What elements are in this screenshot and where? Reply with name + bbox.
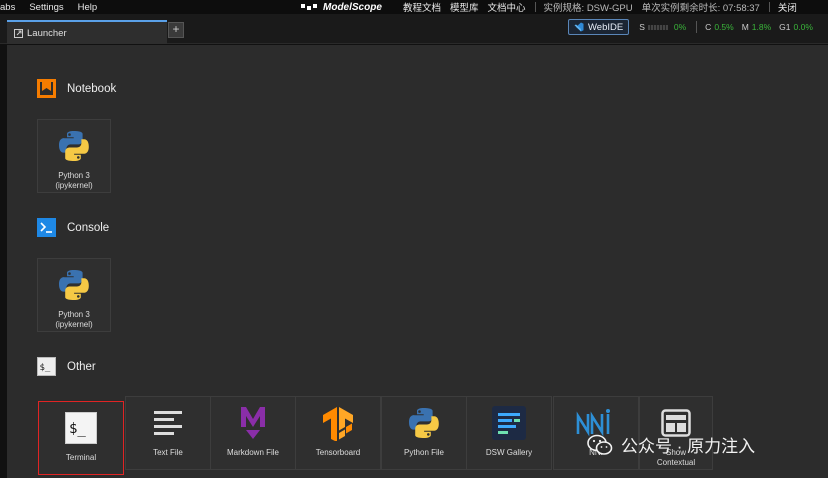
modelscope-icon: [301, 4, 317, 10]
card-label: Text File: [153, 448, 183, 457]
tab-bar: Launcher + WebIDE S 0% C 0.5% M 1.8% G1 …: [0, 14, 828, 44]
link-models[interactable]: 模型库: [450, 0, 479, 14]
close-button[interactable]: 关闭: [778, 0, 797, 14]
other-title: Other: [67, 360, 96, 373]
card-label: Tensorboard: [315, 448, 361, 457]
card-label: Python 3: [58, 171, 90, 180]
menu-tabs[interactable]: abs: [0, 2, 15, 13]
python-icon: [59, 270, 89, 300]
mem-value: 1.8%: [751, 22, 772, 32]
storage-bar: [647, 24, 668, 30]
card-sublabel: (ipykernel): [55, 320, 93, 329]
mem-label: M: [741, 22, 749, 32]
wechat-watermark: 公众号 · 原力注入: [587, 432, 755, 457]
card-label: Terminal: [65, 453, 97, 462]
webide-button[interactable]: WebIDE: [568, 19, 630, 35]
launcher-tab-icon: [14, 28, 23, 38]
wechat-icon: [587, 434, 613, 455]
cpu-label: C: [705, 22, 712, 32]
terminal-card[interactable]: $_ Terminal: [38, 401, 124, 475]
card-label: Python File: [403, 448, 445, 457]
gallery-icon: [492, 406, 526, 440]
dsw-gallery-card[interactable]: DSW Gallery: [466, 396, 552, 470]
card-label: DSW Gallery: [485, 448, 533, 457]
terminal-icon: $_: [65, 412, 97, 444]
console-title: Console: [67, 221, 110, 234]
python-file-card[interactable]: Python File: [381, 396, 467, 470]
webide-label: WebIDE: [588, 21, 624, 33]
watermark-text: 公众号 · 原力注入: [621, 437, 756, 456]
divider: [534, 2, 536, 12]
tab-launcher[interactable]: Launcher: [7, 20, 167, 44]
divider: [768, 2, 770, 12]
card-label: Python 3: [58, 310, 90, 319]
vscode-icon: [574, 22, 584, 32]
notebook-title: Notebook: [67, 82, 117, 95]
python-icon: [409, 408, 439, 438]
modelscope-logo[interactable]: ModelScope: [300, 0, 382, 14]
top-links: 教程文档 模型库 文档中心 实例规格: DSW-GPU 单次实例剩余时长: 07…: [403, 0, 806, 14]
svg-text:$_: $_: [69, 421, 86, 437]
cpu-value: 0.5%: [714, 22, 734, 32]
gpu-label: G1: [779, 22, 791, 32]
terminal-section-icon: $_: [37, 357, 56, 376]
text-file-icon: [154, 411, 182, 435]
menu-settings[interactable]: Settings: [29, 2, 63, 13]
notebook-icon: [37, 79, 56, 98]
link-tutorial[interactable]: 教程文档: [403, 0, 441, 14]
tab-label: Launcher: [27, 27, 67, 39]
markdown-icon: [241, 407, 265, 439]
menu-help[interactable]: Help: [78, 2, 98, 13]
gpu-value: 0.0%: [793, 22, 813, 32]
python-icon: [59, 131, 89, 161]
svg-text:$_: $_: [40, 363, 51, 373]
console-python3-card[interactable]: Python 3 (ipykernel): [37, 258, 111, 332]
remaining-time: 单次实例剩余时长: 07:58:37: [641, 3, 760, 14]
link-docs[interactable]: 文档中心: [488, 0, 526, 14]
new-tab-button[interactable]: +: [168, 22, 184, 38]
resource-status: WebIDE S 0% C 0.5% M 1.8% G1 0.0%: [563, 18, 813, 36]
notebook-section-header: Notebook: [37, 79, 116, 98]
card-label: Markdown File: [226, 448, 279, 457]
launcher-panel: Notebook Python 3 (ipykernel) Console Pyt…: [7, 45, 828, 478]
divider: [696, 21, 698, 33]
storage-value: 0%: [673, 22, 687, 32]
console-icon: [37, 218, 56, 237]
card-sublabel: Contextual: [656, 458, 696, 467]
notebook-python3-card[interactable]: Python 3 (ipykernel): [37, 119, 111, 193]
tensorboard-card[interactable]: Tensorboard: [295, 396, 381, 470]
text-file-card[interactable]: Text File: [125, 396, 211, 470]
storage-label: S: [639, 22, 645, 32]
instance-spec: 实例规格: DSW-GPU: [543, 3, 633, 14]
card-sublabel: (ipykernel): [55, 181, 93, 190]
brand-name: ModelScope: [323, 1, 382, 13]
tensorflow-icon: [323, 407, 353, 441]
other-section-header: $_ Other: [37, 357, 96, 376]
markdown-file-card[interactable]: Markdown File: [210, 396, 296, 470]
console-section-header: Console: [37, 218, 109, 237]
